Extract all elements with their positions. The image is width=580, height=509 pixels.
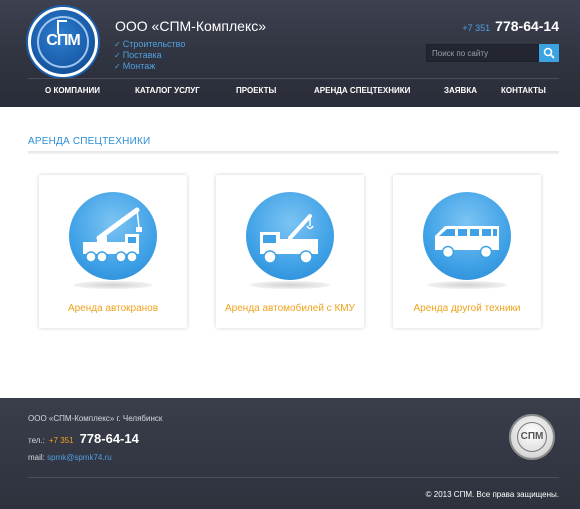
- header-phone: +7 351 778-64-14: [462, 18, 559, 34]
- nav-item-request[interactable]: ЗАЯВКА: [444, 86, 477, 95]
- service-card-cranes[interactable]: Аренда автокранов: [39, 175, 187, 328]
- service-card-other[interactable]: Аренда другой техники: [393, 175, 541, 328]
- nav-item-about[interactable]: О КОМПАНИИ: [45, 86, 100, 95]
- tagline-item: ✓ Поставка: [114, 50, 185, 61]
- footer-company: ООО «СПМ-Комплекс» г. Челябинск: [28, 414, 163, 423]
- spm-logo-icon[interactable]: СПМ: [28, 7, 98, 77]
- main-nav: О КОМПАНИИ КАТАЛОГ УСЛУГ ПРОЕКТЫ АРЕНДА …: [28, 86, 559, 100]
- check-icon: ✓: [114, 40, 121, 49]
- nav-item-projects[interactable]: ПРОЕКТЫ: [236, 86, 276, 95]
- icon-shadow: [73, 281, 153, 289]
- icon-shadow: [427, 281, 507, 289]
- footer-logo-icon: СПМ: [509, 414, 555, 460]
- copyright: © 2013 СПМ. Все права защищены.: [425, 490, 559, 499]
- tow-truck-icon: [246, 192, 334, 280]
- title-underline: [28, 151, 559, 154]
- van-icon: [423, 192, 511, 280]
- card-label[interactable]: Аренда автокранов: [39, 303, 187, 314]
- tagline-text: Строительство: [122, 39, 186, 49]
- footer-mail: mail: spmk@spmk74.ru: [28, 453, 112, 462]
- site-header: СПМ ООО «СПМ-Комплекс» ✓ Строительство ✓ П…: [0, 0, 580, 107]
- page-title: АРЕНДА СПЕЦТЕХНИКИ: [28, 136, 151, 147]
- card-label[interactable]: Аренда другой техники: [393, 303, 541, 314]
- footer-phone-code: +7 351: [48, 436, 74, 445]
- check-icon: ✓: [114, 62, 121, 71]
- footer-phone: тел.: +7 351 778-64-14: [28, 431, 139, 446]
- nav-item-contacts[interactable]: КОНТАКТЫ: [501, 86, 546, 95]
- phone-number: 778-64-14: [495, 18, 559, 34]
- company-name: ООО «СПМ-Комплекс»: [115, 18, 267, 34]
- phone-code: +7 351: [462, 23, 491, 33]
- tagline: ✓ Строительство ✓ Поставка ✓ Монтаж: [114, 39, 185, 72]
- crane-truck-icon: [69, 192, 157, 280]
- site-footer: ООО «СПМ-Комплекс» г. Челябинск тел.: +7 …: [0, 398, 580, 509]
- tagline-text: Монтаж: [122, 61, 156, 71]
- logo-text: СПМ: [46, 32, 80, 49]
- search-icon: [543, 47, 555, 59]
- search-button[interactable]: [539, 44, 559, 62]
- tagline-item: ✓ Монтаж: [114, 61, 185, 72]
- nav-item-rental[interactable]: АРЕНДА СПЕЦТЕХНИКИ: [314, 86, 410, 95]
- nav-divider: [28, 78, 559, 79]
- footer-divider: [28, 477, 559, 478]
- search-input[interactable]: [426, 44, 539, 62]
- footer-phone-label: тел.:: [28, 436, 45, 445]
- service-card-kmu[interactable]: Аренда автомобилей с КМУ: [216, 175, 364, 328]
- tagline-item: ✓ Строительство: [114, 39, 185, 50]
- footer-phone-number: 778-64-14: [79, 431, 139, 446]
- footer-mail-link[interactable]: spmk@spmk74.ru: [47, 453, 112, 462]
- check-icon: ✓: [114, 51, 121, 60]
- footer-mail-label: mail:: [28, 453, 45, 462]
- icon-shadow: [250, 281, 330, 289]
- search-box: [426, 44, 559, 62]
- tagline-text: Поставка: [122, 50, 162, 60]
- card-label[interactable]: Аренда автомобилей с КМУ: [216, 303, 364, 314]
- nav-item-catalog[interactable]: КАТАЛОГ УСЛУГ: [135, 86, 200, 95]
- footer-logo-text: СПМ: [520, 431, 544, 442]
